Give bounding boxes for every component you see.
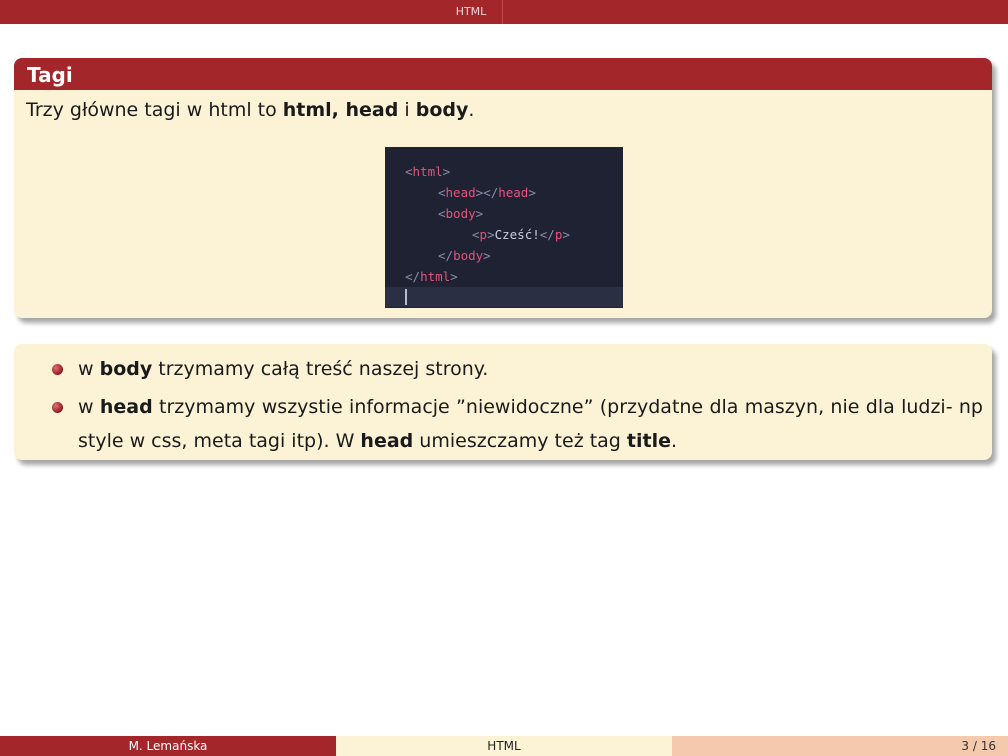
intro-bold-2: body bbox=[415, 99, 469, 121]
bullet-icon bbox=[52, 364, 63, 375]
intro-pre: Trzy główne tagi w html to bbox=[26, 99, 283, 121]
footer-title: HTML bbox=[336, 736, 672, 756]
page-number: 3 / 16 bbox=[961, 739, 996, 753]
intro-mid: i bbox=[398, 99, 416, 121]
code-line-5: </body> bbox=[438, 248, 491, 263]
footer-author: M. Lemańska bbox=[0, 736, 336, 756]
code-line-1: <html> bbox=[405, 164, 451, 179]
code-line-2: <head></head> bbox=[438, 185, 536, 200]
top-navigation-bar: HTML bbox=[0, 0, 1008, 24]
footer-bar: M. Lemańska HTML 3 / 16 bbox=[0, 736, 1008, 756]
bullet-icon bbox=[52, 402, 63, 413]
code-line-3: <body> bbox=[438, 206, 484, 221]
footer-page: 3 / 16 bbox=[672, 736, 1008, 756]
tags-block: Tagi Trzy główne tagi w html to html, he… bbox=[14, 58, 992, 318]
text-caret bbox=[405, 289, 407, 305]
block-title: Tagi bbox=[14, 58, 992, 90]
list-item: w body trzymamy całą treść naszej strony… bbox=[52, 352, 983, 386]
section-nav-title[interactable]: HTML bbox=[440, 0, 503, 24]
bullets-block: w body trzymamy całą treść naszej strony… bbox=[14, 344, 992, 460]
code-line-6: </html> bbox=[405, 269, 458, 284]
intro-post: . bbox=[468, 99, 475, 121]
current-line-highlight bbox=[385, 287, 623, 307]
code-line-4: <p>Cześć!</p> bbox=[472, 227, 570, 242]
code-screenshot: <html> <head></head> <body> <p>Cześć!</p… bbox=[385, 147, 623, 308]
intro-bold-1: html, head bbox=[282, 99, 399, 121]
list-item: w head trzymamy wszystie informacje ”nie… bbox=[52, 390, 983, 458]
intro-text: Trzy główne tagi w html to html, head i … bbox=[26, 99, 474, 121]
